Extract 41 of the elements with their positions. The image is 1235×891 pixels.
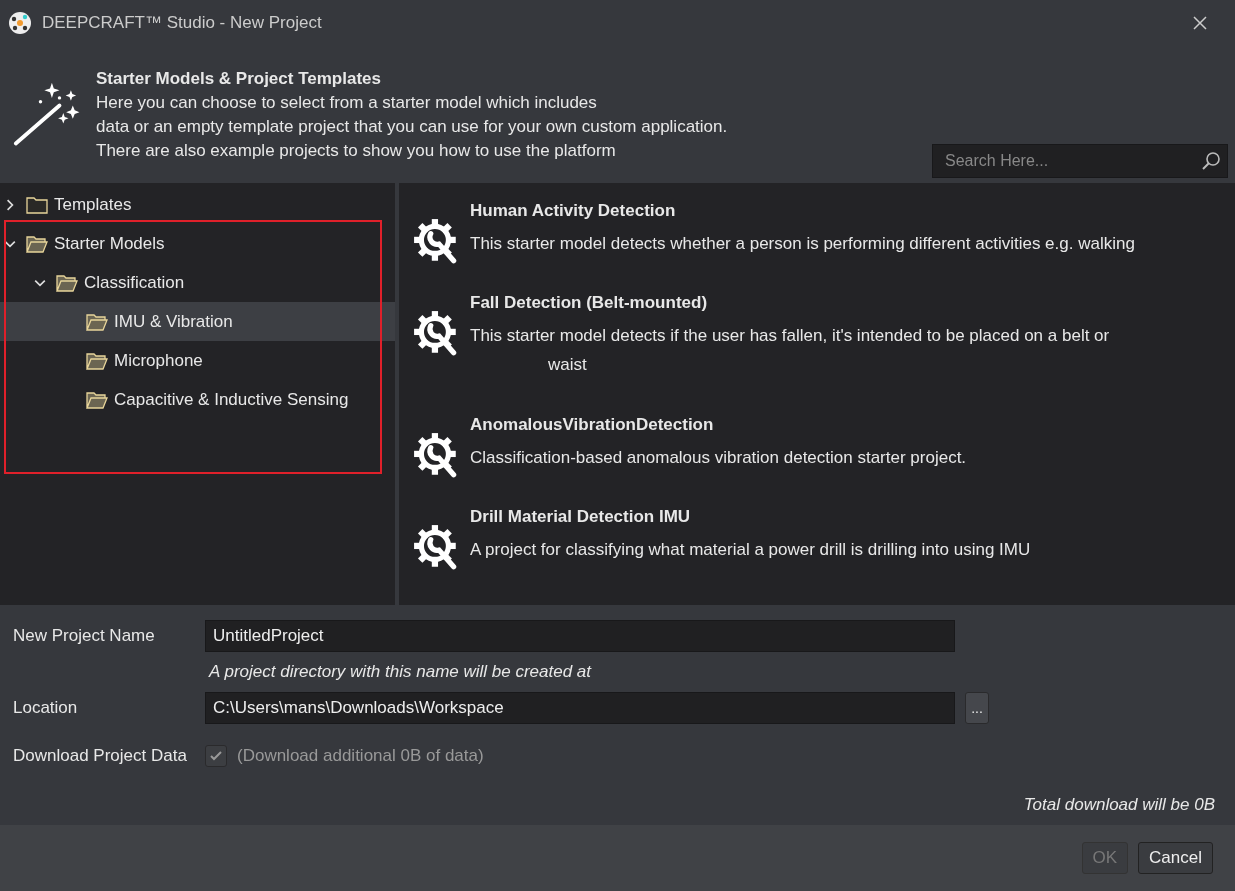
header-description: There are also example projects to show you how to use the platform [96, 140, 617, 162]
tree-item[interactable]: Templates [0, 185, 395, 224]
header-description: data or an empty template project that you can use for your own custom application. [96, 116, 728, 138]
chevron-right-icon [4, 198, 16, 211]
open-folder-icon [86, 351, 108, 370]
project-title[interactable]: AnomalousVibrationDetection [470, 413, 967, 437]
project-name-field[interactable]: UntitledProject [205, 620, 955, 652]
project-description: A project for classifying what material a power drill is drilling into using IMU [470, 539, 1031, 561]
tree-item[interactable]: Capacitive & Inductive Sensing [0, 380, 395, 419]
tree-item[interactable]: Microphone [0, 341, 395, 380]
header-title: Starter Models & Project Templates [96, 68, 382, 90]
header-description: Here you can choose to select from a starter model which includes [96, 92, 598, 114]
hint-text: A project directory with this name will be created at [207, 661, 593, 683]
folder-icon [26, 195, 48, 214]
close-icon[interactable] [1192, 14, 1208, 31]
tree-item[interactable]: Starter Models [0, 224, 395, 263]
project-description: This starter model detects whether a person is performing different activities e.g. walking [470, 233, 1135, 255]
total-download-text: Total download will be 0B [1023, 795, 1215, 815]
open-folder-icon [86, 312, 108, 331]
tree-item[interactable]: IMU & Vibration [0, 302, 395, 341]
field-label: Download Project Data [13, 746, 188, 766]
field-label: Location [13, 698, 79, 718]
open-folder-icon [26, 234, 48, 253]
browse-button[interactable]: ... [965, 692, 989, 724]
dialog-button[interactable]: Cancel [1138, 842, 1213, 874]
location-field[interactable]: C:\Users\mans\Downloads\Workspace [205, 692, 955, 724]
search-icon [1201, 151, 1221, 171]
window-title: DEEPCRAFT™ Studio - New Project [42, 12, 322, 33]
project-description: waist [547, 354, 588, 376]
download-note: (Download additional 0B of data) [237, 746, 484, 766]
project-description: This starter model detects if the user has fallen, it's intended to be placed on a belt or [470, 325, 1110, 347]
project-title[interactable]: Human Activity Detection [470, 199, 1135, 223]
field-label: New Project Name [13, 626, 156, 646]
tree-item[interactable]: Classification [0, 263, 395, 302]
open-folder-icon [56, 273, 78, 292]
search-field[interactable]: Search Here... [932, 144, 1228, 178]
project-description: Classification-based anomalous vibration detection starter project. [470, 447, 967, 469]
project-title[interactable]: Drill Material Detection IMU [470, 505, 1031, 529]
app-logo-icon [8, 10, 32, 35]
open-folder-icon [86, 390, 108, 409]
project-title[interactable]: Fall Detection (Belt-mounted) [470, 291, 1110, 315]
